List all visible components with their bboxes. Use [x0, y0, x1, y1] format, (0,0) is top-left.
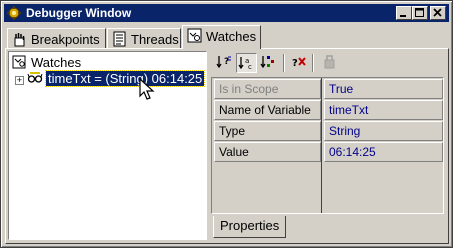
- sort-by-type-icon: [260, 56, 274, 69]
- property-name: Name of Variable: [214, 100, 321, 120]
- maximize-icon: [415, 8, 424, 17]
- customizer-button[interactable]: [319, 53, 340, 73]
- property-row[interactable]: Name of Variable timeTxt: [214, 100, 443, 120]
- property-value[interactable]: timeTxt: [324, 100, 443, 120]
- remove-property-button[interactable]: ?: [289, 53, 310, 73]
- watches-tree[interactable]: Watches + timeTxt = (String) 06:14:25: [8, 51, 207, 240]
- column-divider[interactable]: [321, 78, 322, 213]
- sort-by-type-button[interactable]: [258, 53, 279, 73]
- title-bar[interactable]: Debugger Window: [4, 4, 449, 22]
- tab-threads[interactable]: Threads: [107, 28, 181, 48]
- sort-by-name-button[interactable]: a c: [236, 53, 257, 73]
- remove-property-icon: ?: [292, 57, 306, 69]
- sort-by-name-icon: a c: [238, 57, 252, 71]
- minimize-button[interactable]: [396, 6, 412, 20]
- watches-icon: [187, 28, 202, 43]
- watch-item-label: timeTxt = (String) 06:14:25: [44, 70, 206, 87]
- customizer-icon: [324, 55, 335, 69]
- toolbar-separator: [312, 54, 314, 72]
- property-sheet: Is in Scope True Name of Variable timeTx…: [211, 77, 444, 214]
- tree-root-label: Watches: [31, 55, 82, 70]
- property-name: Type: [214, 121, 321, 141]
- tab-watches-label: Watches: [206, 29, 257, 44]
- mouse-cursor: [139, 78, 155, 100]
- glasses-icon: [27, 72, 43, 83]
- svg-text:c: c: [248, 63, 252, 71]
- property-value[interactable]: True: [324, 79, 443, 99]
- tab-properties[interactable]: Properties: [213, 216, 287, 238]
- properties-tab-strip: Properties: [211, 216, 446, 238]
- tab-watches[interactable]: Watches: [182, 25, 261, 49]
- threads-icon: [113, 31, 126, 47]
- maximize-button[interactable]: [412, 6, 428, 20]
- tab-breakpoints[interactable]: Breakpoints: [7, 28, 106, 48]
- sort-by-category-icon: ?: [216, 56, 231, 69]
- watches-panel: Watches + timeTxt = (String) 06:14:25 ?: [5, 48, 449, 244]
- close-button[interactable]: [430, 6, 446, 20]
- svg-text:?: ?: [292, 58, 298, 69]
- svg-text:?: ?: [224, 57, 229, 67]
- property-row[interactable]: Type String: [214, 121, 443, 141]
- toolbar-separator: [283, 54, 285, 72]
- property-value[interactable]: 06:14:25: [324, 142, 443, 162]
- watch-item[interactable]: + timeTxt = (String) 06:14:25: [15, 70, 206, 87]
- tree-root-watches[interactable]: Watches: [12, 55, 81, 70]
- app-icon: [7, 6, 21, 20]
- property-name: Value: [214, 142, 321, 162]
- sort-by-category-button[interactable]: ?: [214, 53, 235, 73]
- watches-root-icon: [12, 55, 26, 69]
- debugger-window: Debugger Window Breakpoints Threads Watc…: [0, 0, 453, 248]
- expand-toggle[interactable]: +: [15, 76, 24, 85]
- tab-strip: Breakpoints Threads Watches: [5, 25, 449, 49]
- property-row[interactable]: Value 06:14:25: [214, 142, 443, 162]
- properties-pane: ? a c ? Is in Scope True Name of Variabl…: [211, 51, 446, 240]
- breakpoints-icon: [14, 33, 25, 47]
- tab-breakpoints-label: Breakpoints: [31, 32, 100, 47]
- properties-toolbar: ? a c ?: [211, 51, 446, 75]
- tab-threads-label: Threads: [131, 32, 179, 47]
- property-name: Is in Scope: [214, 79, 321, 99]
- property-row[interactable]: Is in Scope True: [214, 79, 443, 99]
- window-title: Debugger Window: [26, 6, 132, 20]
- property-value[interactable]: String: [324, 121, 443, 141]
- minimize-icon: [400, 15, 406, 17]
- close-icon: [433, 8, 442, 17]
